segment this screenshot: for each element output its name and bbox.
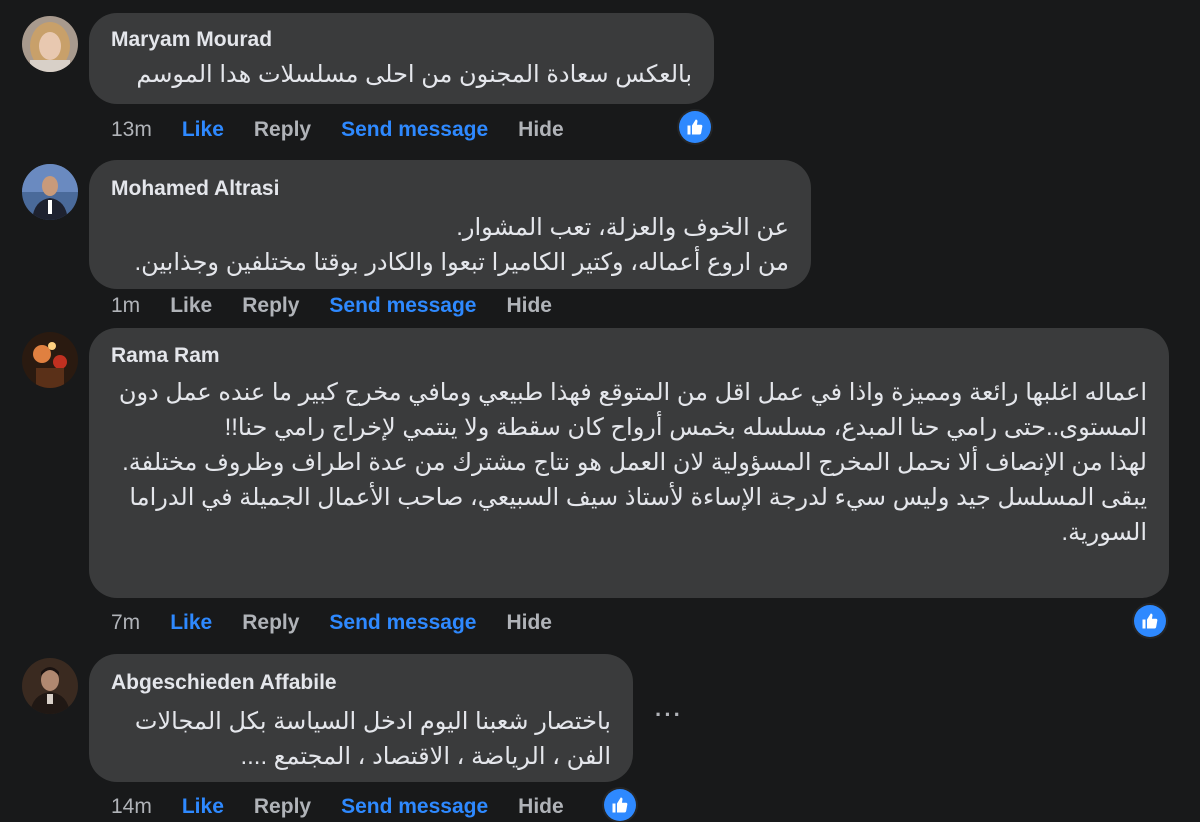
hide-button[interactable]: Hide	[506, 611, 552, 635]
reply-button[interactable]: Reply	[254, 795, 311, 819]
like-button[interactable]: Like	[182, 118, 224, 142]
comment-actions: 1m Like Reply Send message Hide	[111, 291, 582, 321]
send-message-button[interactable]: Send message	[329, 611, 476, 635]
comment-text: عن الخوف والعزلة، تعب المشوار. من اروع أ…	[134, 214, 789, 276]
hide-button[interactable]: Hide	[518, 795, 564, 819]
comment-author[interactable]: Abgeschieden Affabile	[111, 668, 611, 698]
comment-actions: 7m Like Reply Send message Hide	[111, 608, 582, 638]
like-icon[interactable]	[679, 111, 711, 143]
like-icon[interactable]	[1134, 605, 1166, 637]
comment-bubble: Abgeschieden Affabile باختصار شعبنا اليو…	[89, 654, 633, 782]
hide-button[interactable]: Hide	[506, 294, 552, 318]
comment-author[interactable]: Rama Ram	[111, 341, 1147, 371]
send-message-button[interactable]: Send message	[341, 795, 488, 819]
reply-button[interactable]: Reply	[242, 294, 299, 318]
reply-button[interactable]: Reply	[254, 118, 311, 142]
comment-actions: 13m Like Reply Send message Hide	[111, 115, 594, 145]
hide-button[interactable]: Hide	[518, 118, 564, 142]
comment-bubble: Maryam Mourad بالعكس سعادة المجنون من اح…	[89, 13, 714, 104]
comment-author[interactable]: Maryam Mourad	[111, 25, 692, 55]
like-button[interactable]: Like	[182, 795, 224, 819]
more-options-button[interactable]: ···	[655, 702, 683, 728]
avatar[interactable]	[22, 658, 78, 714]
avatar[interactable]	[22, 332, 78, 388]
comment-bubble: Rama Ram اعماله اغلبها رائعة ومميزة واذا…	[89, 328, 1169, 598]
comment-text: باختصار شعبنا اليوم ادخل السياسة بكل الم…	[134, 708, 611, 770]
comment-time[interactable]: 7m	[111, 611, 140, 635]
like-button[interactable]: Like	[170, 611, 212, 635]
comment-bubble: Mohamed Altrasi عن الخوف والعزلة، تعب ال…	[89, 160, 811, 289]
reply-button[interactable]: Reply	[242, 611, 299, 635]
avatar[interactable]	[22, 16, 78, 72]
comment-time[interactable]: 13m	[111, 118, 152, 142]
comment-text: بالعكس سعادة المجنون من احلى مسلسلات هدا…	[136, 61, 692, 88]
comment-time[interactable]: 14m	[111, 795, 152, 819]
like-icon[interactable]	[604, 789, 636, 821]
send-message-button[interactable]: Send message	[341, 118, 488, 142]
comment-author[interactable]: Mohamed Altrasi	[111, 174, 789, 204]
send-message-button[interactable]: Send message	[329, 294, 476, 318]
avatar[interactable]	[22, 164, 78, 220]
comment-text: اعماله اغلبها رائعة ومميزة واذا في عمل ا…	[118, 379, 1147, 546]
comment-time[interactable]: 1m	[111, 294, 140, 318]
like-button[interactable]: Like	[170, 294, 212, 318]
